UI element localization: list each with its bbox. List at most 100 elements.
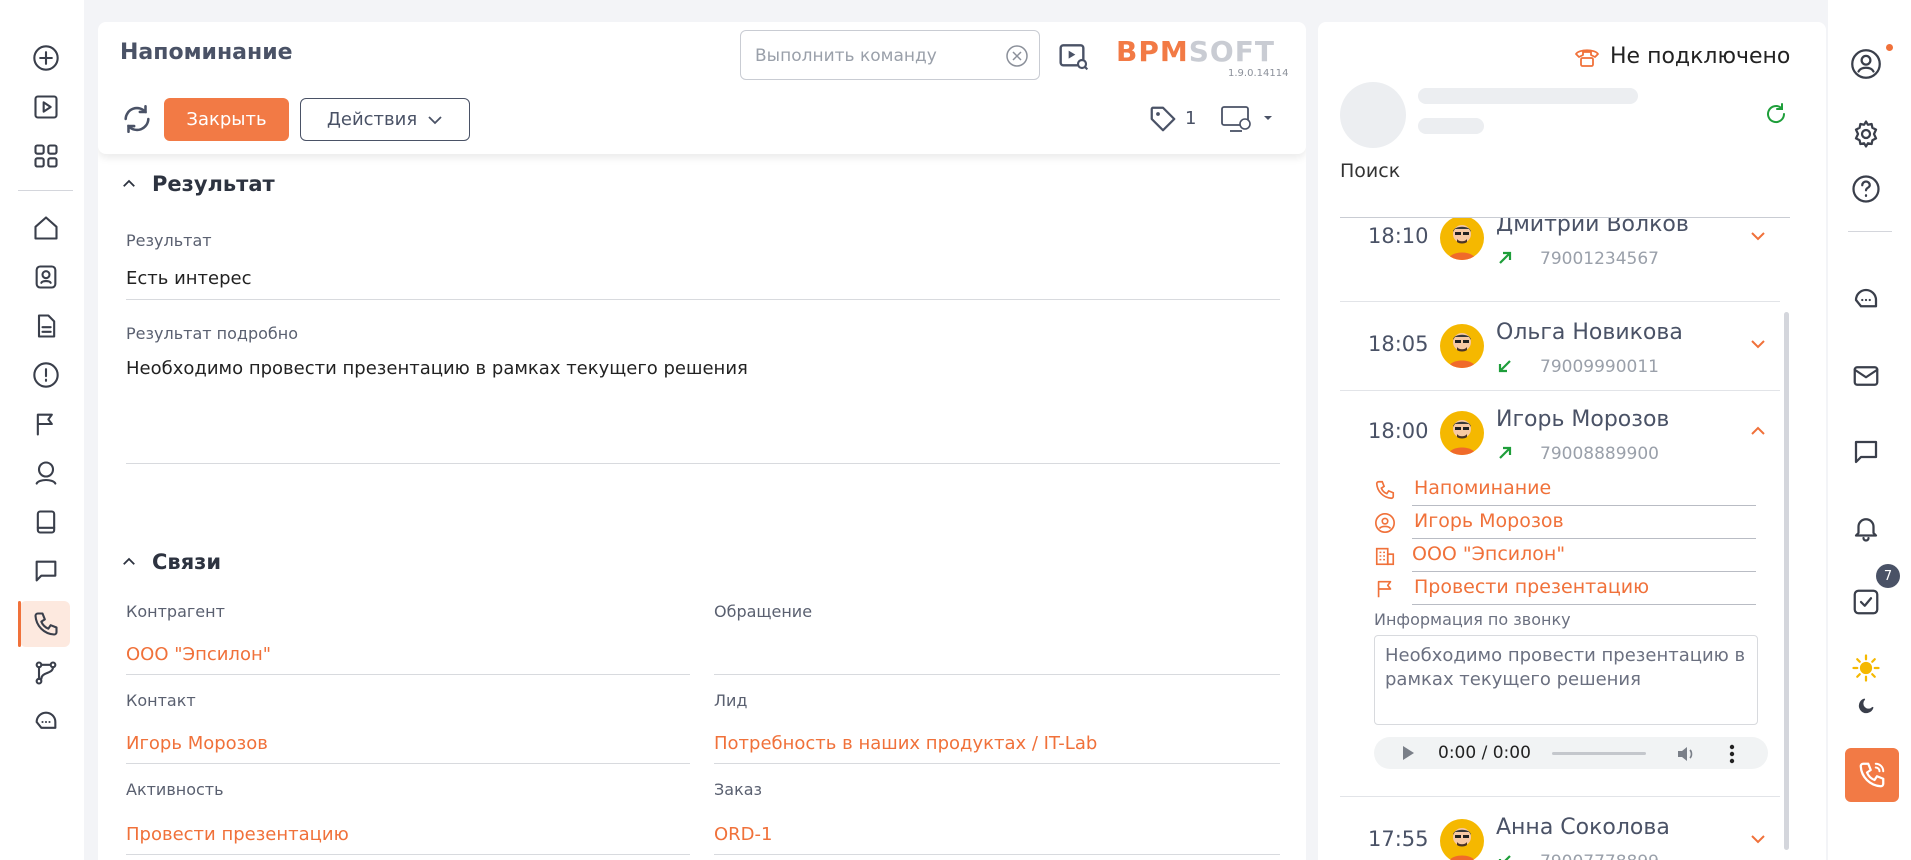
- call-number: 79008889900: [1540, 444, 1659, 464]
- building-icon: [1375, 547, 1395, 566]
- version-text: 1.9.0.14114: [1228, 68, 1289, 79]
- comment-icon[interactable]: [1848, 434, 1884, 470]
- alert-icon[interactable]: [28, 357, 64, 393]
- lead-underline: [714, 763, 1280, 764]
- account-value[interactable]: ООО "Эпсилон": [126, 644, 271, 665]
- result-value[interactable]: Есть интерес: [126, 268, 252, 289]
- call-contact-name: Дмитрий Волков: [1496, 218, 1689, 237]
- play-icon[interactable]: [28, 89, 64, 125]
- lead-value[interactable]: Потребность в наших продуктах / IT-Lab: [714, 733, 1097, 754]
- close-button[interactable]: Закрыть: [164, 98, 289, 141]
- call-info-textarea[interactable]: Необходимо провести презентацию в рамках…: [1374, 635, 1758, 725]
- audio-progress-track[interactable]: [1552, 752, 1646, 755]
- chat-bubble-icon[interactable]: [28, 704, 64, 740]
- chevron-down-icon[interactable]: [1748, 226, 1768, 246]
- process-icon[interactable]: [28, 655, 64, 691]
- avatar: [1340, 82, 1406, 148]
- chevron-up-icon[interactable]: [1748, 421, 1768, 441]
- loading-skeleton: [1418, 88, 1638, 104]
- logo-left: BPM: [1116, 35, 1189, 68]
- call-row[interactable]: 18:05 Ольга Новикова 79009990011: [1340, 302, 1780, 390]
- command-box[interactable]: [740, 30, 1040, 80]
- link-underline: [1412, 571, 1756, 572]
- sun-icon[interactable]: [1848, 650, 1884, 686]
- linked-contact[interactable]: Игорь Морозов: [1374, 508, 1764, 539]
- command-input[interactable]: [755, 43, 995, 69]
- phone-panel-button[interactable]: [1845, 748, 1899, 802]
- moon-icon[interactable]: [1848, 688, 1884, 724]
- clear-icon[interactable]: [1005, 44, 1029, 68]
- refresh-icon[interactable]: [120, 102, 154, 136]
- phone-icon: [1859, 762, 1885, 788]
- phone-icon: [1375, 480, 1395, 500]
- chevron-down-icon[interactable]: [1748, 334, 1768, 354]
- call-number: 79001234567: [1540, 249, 1659, 269]
- status-dot: [1886, 44, 1893, 51]
- mail-icon[interactable]: [1848, 358, 1884, 394]
- apps-grid-icon[interactable]: [28, 138, 64, 174]
- contact-value[interactable]: Игорь Морозов: [126, 733, 268, 754]
- contact-icon: [1375, 513, 1395, 533]
- flag-icon[interactable]: [28, 406, 64, 442]
- call-time: 18:10: [1368, 224, 1429, 248]
- audio-time: 0:00 / 0:00: [1438, 743, 1531, 763]
- page-header: Напоминание BPMSOFT 1.9.0.14114 Закрыть …: [98, 22, 1306, 154]
- result-detail-underline: [126, 463, 1280, 464]
- gear-icon[interactable]: [1848, 116, 1884, 152]
- sidebar-divider: [18, 190, 73, 191]
- phone-icon[interactable]: [28, 606, 64, 642]
- home-icon[interactable]: [28, 210, 64, 246]
- result-section-header[interactable]: Результат: [120, 172, 275, 196]
- bell-icon[interactable]: [1848, 510, 1884, 546]
- linked-task-text: Провести презентацию: [1414, 576, 1650, 598]
- call-info-label: Информация по звонку: [1374, 610, 1571, 629]
- agent-icon[interactable]: [28, 455, 64, 491]
- linked-activity[interactable]: Напоминание: [1374, 475, 1764, 506]
- actions-button[interactable]: Действия: [300, 98, 470, 141]
- contact-underline: [126, 763, 690, 764]
- call-row-expanded: 18:00 Игорь Морозов 79008889900 Напомина…: [1340, 391, 1780, 791]
- help-icon[interactable]: [1848, 171, 1884, 207]
- document-icon[interactable]: [28, 308, 64, 344]
- call-number: 79007778899: [1540, 852, 1659, 860]
- linked-account-text: ООО "Эпсилон": [1412, 543, 1566, 565]
- tag-icon[interactable]: [1148, 104, 1178, 134]
- more-options-icon[interactable]: [1728, 743, 1736, 765]
- sync-icon[interactable]: [1764, 102, 1788, 126]
- volume-icon[interactable]: [1676, 744, 1696, 764]
- logo-right: SOFT: [1188, 35, 1275, 68]
- outgoing-call-icon: [1499, 251, 1512, 264]
- add-icon[interactable]: [28, 40, 64, 76]
- tasks-icon[interactable]: [1848, 584, 1884, 620]
- case-label: Обращение: [714, 602, 813, 621]
- call-history-list: 18:10 Дмитрий Волков 79001234567 18:05 О…: [1340, 218, 1780, 860]
- activity-value[interactable]: Провести презентацию: [126, 824, 349, 845]
- call-row[interactable]: 18:10 Дмитрий Волков 79001234567: [1340, 218, 1780, 274]
- call-contact-name: Анна Соколова: [1496, 815, 1670, 840]
- result-detail-value[interactable]: Необходимо провести презентацию в рамках…: [126, 358, 748, 379]
- links-section-title: Связи: [152, 550, 222, 574]
- play-icon[interactable]: [1400, 745, 1416, 761]
- chevron-up-icon: [123, 179, 135, 187]
- chat-icon[interactable]: [28, 553, 64, 589]
- linked-account[interactable]: ООО "Эпсилон": [1374, 541, 1764, 572]
- actions-label: Действия: [326, 109, 418, 130]
- audio-player[interactable]: 0:00 / 0:00: [1374, 737, 1768, 769]
- order-value[interactable]: ORD-1: [714, 824, 772, 845]
- display-settings-icon[interactable]: [1218, 102, 1278, 136]
- call-list-scrollbar[interactable]: [1784, 312, 1789, 850]
- contacts-icon[interactable]: [28, 259, 64, 295]
- account-underline: [126, 674, 690, 675]
- links-section-header[interactable]: Связи: [120, 550, 221, 574]
- connection-status-text: Не подключено: [1610, 44, 1791, 69]
- linked-task[interactable]: Провести презентацию: [1374, 574, 1764, 605]
- video-search-icon[interactable]: [1058, 40, 1090, 72]
- linked-activity-text: Напоминание: [1414, 477, 1552, 499]
- telephone-icon: [1575, 48, 1599, 67]
- call-row[interactable]: 17:55 Анна Соколова 79007778899: [1340, 797, 1780, 860]
- profile-icon[interactable]: [1848, 46, 1884, 82]
- chevron-down-icon[interactable]: [1748, 829, 1768, 849]
- book-icon[interactable]: [28, 504, 64, 540]
- chat-bubble-icon[interactable]: [1848, 282, 1884, 318]
- search-label[interactable]: Поиск: [1340, 160, 1400, 182]
